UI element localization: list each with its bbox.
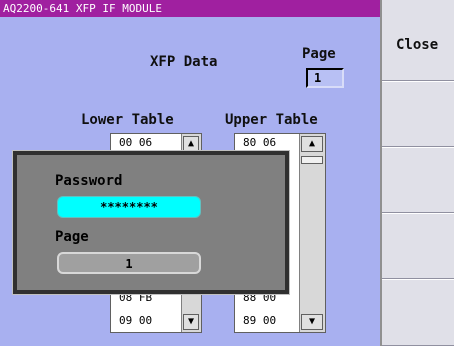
softkey-button-2[interactable] bbox=[382, 81, 454, 147]
xfp-window: AQ2200-641 XFP IF MODULE XFP Data Page 1… bbox=[0, 0, 380, 346]
scroll-down-button[interactable]: ▼ bbox=[301, 314, 323, 330]
lower-table-cell[interactable]: 09 00 bbox=[119, 314, 152, 327]
scroll-up-button[interactable]: ▲ bbox=[301, 136, 323, 152]
page-input[interactable]: 1 bbox=[306, 68, 344, 88]
lower-table-header: Lower Table bbox=[81, 112, 174, 128]
upper-table-cell-top[interactable]: 80 06 bbox=[243, 136, 276, 149]
softkey-button-4[interactable] bbox=[382, 213, 454, 279]
password-label: Password bbox=[55, 173, 123, 189]
upper-table-cell[interactable]: 89 00 bbox=[243, 314, 276, 327]
softkey-sidebar: Close bbox=[380, 0, 454, 346]
lower-table-cell-top[interactable]: 00 06 bbox=[119, 136, 152, 149]
close-button[interactable]: Close bbox=[382, 0, 454, 81]
password-input[interactable]: ******** bbox=[57, 196, 201, 218]
panel-title: XFP Data bbox=[150, 54, 218, 70]
scroll-up-button[interactable]: ▲ bbox=[183, 136, 199, 152]
triangle-up-icon: ▲ bbox=[187, 138, 195, 149]
window-title: AQ2200-641 XFP IF MODULE bbox=[0, 0, 380, 17]
softkey-button-3[interactable] bbox=[382, 147, 454, 213]
triangle-down-icon: ▼ bbox=[308, 316, 316, 327]
password-dialog: Password ******** Page 1 bbox=[12, 150, 290, 295]
scroll-down-button[interactable]: ▼ bbox=[183, 314, 199, 330]
triangle-down-icon: ▼ bbox=[187, 316, 195, 327]
upper-table-header: Upper Table bbox=[225, 112, 318, 128]
page-label: Page bbox=[302, 46, 336, 62]
scroll-thumb[interactable] bbox=[301, 156, 323, 164]
triangle-up-icon: ▲ bbox=[308, 138, 316, 149]
dialog-page-label: Page bbox=[55, 229, 89, 245]
dialog-page-input[interactable]: 1 bbox=[57, 252, 201, 274]
softkey-button-5[interactable] bbox=[382, 279, 454, 346]
upper-table-scrollbar[interactable]: ▲ ▼ bbox=[299, 134, 325, 332]
